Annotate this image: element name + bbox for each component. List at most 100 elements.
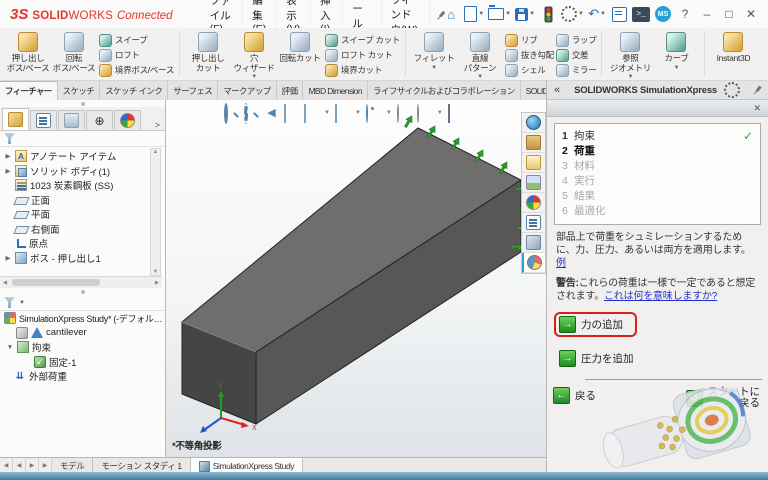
chevron-down-icon[interactable]: ▼ bbox=[674, 65, 680, 71]
add-pressure-button[interactable]: → 圧力を追加 bbox=[559, 350, 634, 367]
panel-gear-icon[interactable] bbox=[724, 82, 740, 98]
boundary-cut-button[interactable]: 境界カット bbox=[325, 63, 400, 77]
study-item-external-loads[interactable]: ⇊ 外部荷重 bbox=[0, 369, 165, 384]
step-loads[interactable]: 2 荷重 bbox=[562, 143, 753, 158]
menu-window[interactable]: ウィンドウ(W) bbox=[382, 0, 431, 28]
menu-file[interactable]: ファイル(F) bbox=[201, 0, 244, 28]
curves-button[interactable]: カーブ ▼ bbox=[653, 31, 699, 71]
tab-solidworks-addins[interactable]: SOLIDWORKS アドイン bbox=[521, 81, 546, 100]
study-item-cantilever[interactable]: cantilever bbox=[0, 326, 165, 341]
maximize-button[interactable]: □ bbox=[720, 4, 738, 24]
extruded-cut-button[interactable]: 押し出しカット bbox=[185, 31, 231, 73]
dimxpertmanager-tab[interactable]: ⊕ bbox=[86, 110, 113, 130]
chevron-down-icon[interactable]: ▼ bbox=[478, 11, 484, 17]
intersect-button[interactable]: 交差 bbox=[556, 48, 597, 62]
chevron-down-icon[interactable]: ▼ bbox=[529, 11, 535, 17]
study-item-fixed1[interactable]: ↙ 固定-1 bbox=[0, 355, 165, 370]
tab-model[interactable]: モデル bbox=[52, 458, 93, 473]
undo-button[interactable]: ↶▼ bbox=[588, 4, 606, 24]
3dexperience-tab[interactable] bbox=[522, 113, 545, 133]
swept-cut-button[interactable]: スイープ カット bbox=[325, 33, 400, 47]
tab-features[interactable]: フィーチャー bbox=[0, 81, 58, 100]
command-console-button[interactable]: >_ bbox=[632, 4, 650, 24]
tab-lifecycle-collaboration[interactable]: ライフサイクルおよびコラボレーション bbox=[368, 81, 521, 100]
nav-first-icon[interactable]: ◀ bbox=[0, 458, 13, 473]
rebuild-button[interactable] bbox=[539, 4, 557, 24]
chevron-down-icon[interactable]: ▼ bbox=[600, 11, 606, 17]
tab-simulationxpress-study[interactable]: SimulationXpress Study bbox=[191, 458, 303, 473]
chevron-down-icon[interactable]: ▼ bbox=[477, 74, 483, 80]
selection-filter-button[interactable] bbox=[610, 4, 628, 24]
swept-boss-button[interactable]: スイープ bbox=[99, 33, 174, 47]
tree-horizontal-scrollbar[interactable]: ◀ ▶ bbox=[0, 276, 162, 288]
scrollbar-thumb[interactable] bbox=[12, 279, 100, 286]
menu-insert[interactable]: 挿入(I) bbox=[311, 0, 343, 28]
add-force-button[interactable]: → 力の追加 bbox=[559, 316, 623, 333]
instant3d-button[interactable]: Instant3D bbox=[710, 31, 756, 64]
hole-wizard-button[interactable]: 穴ウィザード ▼ bbox=[231, 31, 277, 80]
panel-splitter-handle[interactable] bbox=[0, 288, 165, 295]
propertymanager-tab[interactable] bbox=[30, 110, 57, 130]
displaymanager-tab[interactable] bbox=[114, 110, 141, 130]
tab-motion-study[interactable]: モーション スタディ 1 bbox=[93, 458, 190, 473]
tree-item-front-plane[interactable]: 正面 bbox=[0, 193, 165, 208]
tree-item-solid-bodies[interactable]: ▶ ソリッド ボディ(1) bbox=[0, 164, 165, 179]
nav-prev-icon[interactable]: ◀ bbox=[13, 458, 26, 473]
mirror-button[interactable]: ミラー bbox=[556, 63, 597, 77]
tree-vertical-scrollbar[interactable]: ▲ ▼ bbox=[150, 148, 161, 276]
tab-sketch[interactable]: スケッチ bbox=[58, 81, 101, 100]
reference-geometry-button[interactable]: 参照ジオメトリ ▼ bbox=[607, 31, 653, 80]
chevron-down-icon[interactable]: ▼ bbox=[431, 65, 437, 71]
resources-tab[interactable] bbox=[522, 233, 545, 253]
nav-next-icon[interactable]: ▶ bbox=[26, 458, 39, 473]
tab-sketch-ink[interactable]: スケッチ インク bbox=[100, 81, 168, 100]
panel-splitter-handle[interactable] bbox=[0, 100, 165, 107]
what-does-this-mean-link[interactable]: これは何を意味しますか? bbox=[604, 291, 717, 302]
menu-edit[interactable]: 編集(E) bbox=[243, 0, 277, 28]
manager-tabs-overflow[interactable]: > bbox=[150, 120, 165, 130]
draft-button[interactable]: 抜き勾配 bbox=[505, 48, 554, 62]
scroll-left-icon[interactable]: ◀ bbox=[0, 280, 10, 286]
example-link[interactable]: 例 bbox=[556, 258, 566, 269]
revolved-cut-button[interactable]: 回転カット bbox=[277, 31, 323, 64]
study-root[interactable]: SimulationXpress Study* (-デフォルト-) bbox=[0, 311, 165, 326]
tab-evaluate[interactable]: 評価 bbox=[277, 81, 304, 100]
featuremanager-tab[interactable] bbox=[2, 108, 29, 130]
scroll-up-icon[interactable]: ▲ bbox=[153, 149, 158, 155]
tree-item-boss-extrude1[interactable]: ▶ ボス - 押し出し1 bbox=[0, 251, 165, 266]
file-explorer-tab[interactable] bbox=[522, 153, 545, 173]
study-item-fixtures[interactable]: ▼ 拘束 bbox=[0, 340, 165, 355]
user-avatar[interactable]: MS bbox=[654, 4, 672, 24]
shell-button[interactable]: シェル bbox=[505, 63, 554, 77]
chevron-down-icon[interactable]: ▼ bbox=[251, 74, 257, 80]
view-palette-tab[interactable] bbox=[522, 173, 545, 193]
tree-item-top-plane[interactable]: 平面 bbox=[0, 207, 165, 222]
chevron-down-icon[interactable]: ▼ bbox=[19, 300, 25, 306]
tab-surfaces[interactable]: サーフェス bbox=[168, 81, 218, 100]
lofted-cut-button[interactable]: ロフト カット bbox=[325, 48, 400, 62]
panel-pin-icon[interactable] bbox=[750, 83, 764, 97]
scroll-down-icon[interactable]: ▼ bbox=[153, 269, 158, 275]
revolved-boss-button[interactable]: 回転ボス/ベース bbox=[51, 31, 97, 73]
step-fixtures[interactable]: 1 拘束 ✓ bbox=[562, 128, 753, 143]
help-button[interactable]: ? bbox=[676, 4, 694, 24]
tree-item-material[interactable]: 1023 炭素鋼板 (SS) bbox=[0, 178, 165, 193]
expand-icon[interactable]: ▶ bbox=[4, 167, 12, 175]
open-button[interactable]: ▼ bbox=[488, 4, 511, 24]
simulationxpress-tab[interactable] bbox=[522, 253, 545, 273]
save-button[interactable]: ▼ bbox=[515, 4, 535, 24]
close-panel-icon[interactable]: ✕ bbox=[753, 103, 768, 114]
tree-item-right-plane[interactable]: 右側面 bbox=[0, 222, 165, 237]
nav-last-icon[interactable]: ▶ bbox=[39, 458, 52, 473]
appearances-tab[interactable] bbox=[522, 193, 545, 213]
minimize-button[interactable]: – bbox=[698, 4, 716, 24]
close-button[interactable]: ✕ bbox=[742, 4, 760, 24]
expand-icon[interactable]: ▶ bbox=[4, 254, 12, 262]
home-button[interactable]: ⌂ bbox=[442, 4, 460, 24]
custom-properties-tab[interactable] bbox=[522, 213, 545, 233]
linear-pattern-button[interactable]: 直線パターン ▼ bbox=[457, 31, 503, 80]
menu-tools[interactable]: ツール(T) bbox=[343, 0, 381, 28]
design-library-tab[interactable] bbox=[522, 133, 545, 153]
chevron-down-icon[interactable]: ▼ bbox=[505, 11, 511, 17]
new-document-button[interactable]: ▼ bbox=[464, 4, 484, 24]
